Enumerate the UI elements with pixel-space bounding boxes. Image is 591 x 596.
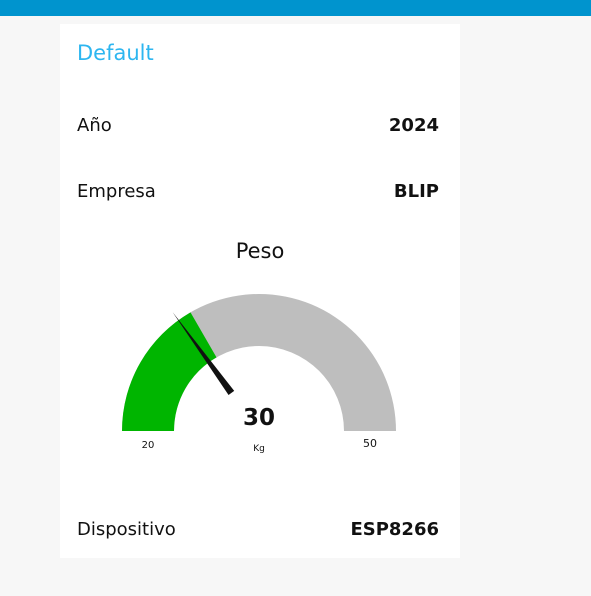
gauge-title: Peso — [235, 239, 285, 263]
row-device: Dispositivo ESP8266 — [77, 514, 439, 544]
year-value: 2024 — [388, 114, 439, 136]
weight-gauge: 30 Kg 20 50 — [122, 294, 396, 454]
device-value: ESP8266 — [350, 518, 439, 540]
gauge-value: 30 — [243, 405, 275, 431]
gauge-units: Kg — [253, 444, 265, 454]
row-company: Empresa BLIP — [77, 176, 439, 206]
gauge-min-label: 20 — [142, 440, 155, 451]
device-label: Dispositivo — [77, 518, 176, 540]
gauge-max-label: 50 — [363, 437, 377, 450]
header-bar — [0, 0, 591, 16]
dashboard-group-card: Default Año 2024 Empresa BLIP Peso 30 Kg… — [60, 24, 460, 558]
group-title: Default — [77, 41, 154, 65]
company-value: BLIP — [393, 180, 439, 202]
company-label: Empresa — [77, 180, 156, 202]
row-year: Año 2024 — [77, 110, 439, 140]
year-label: Año — [77, 114, 112, 136]
